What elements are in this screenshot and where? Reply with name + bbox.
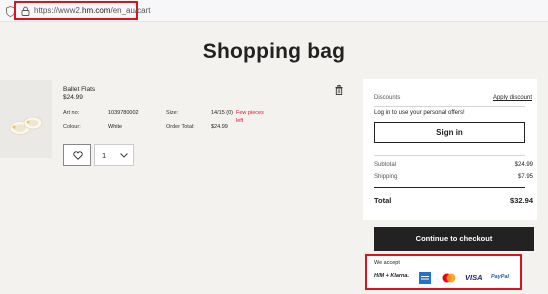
size-label: Size: [166,110,179,116]
order-total-label: Order Total: [166,124,195,130]
url-text: https://www2.hm.com/en_au/cart [34,6,151,15]
size-value: 14/15 (0) [211,110,234,116]
chevron-down-icon [120,153,128,158]
colour-label: Colour: [63,124,81,130]
heart-icon [73,151,83,160]
divider [374,155,525,156]
address-field[interactable]: https://www2.hm.com/en_au/cart [14,1,151,20]
apply-discount-link[interactable]: Apply discount [493,95,532,101]
product-price: $24.99 [63,94,83,101]
product-image[interactable] [0,80,52,158]
total-value: $32.94 [510,196,533,205]
discounts-label: Discounts [374,95,401,101]
page-title: Shopping bag [202,40,346,63]
shipping-label: Shipping [374,174,398,180]
mastercard-logo [441,272,457,284]
trash-icon[interactable] [335,85,343,95]
continue-to-checkout-button[interactable]: Continue to checkout [374,227,534,251]
login-prompt: Log in to use your personal offers! [374,110,465,116]
shipping-value: $7.95 [517,174,533,180]
subtotal-value: $24.99 [514,162,533,168]
browser-url-bar: https://www2.hm.com/en_au/cart [0,0,548,22]
paypal-logo: PayPal [491,274,510,280]
payment-methods-box: We accept H/M + Klarna. VISA PayPal [365,254,522,290]
visa-logo: VISA [465,273,483,282]
we-accept-label: We accept [374,260,400,266]
divider [374,187,525,188]
amex-logo [419,272,431,284]
favorite-button[interactable] [63,144,91,166]
divider [374,106,525,107]
quantity-select[interactable]: 1 [94,144,134,166]
lock-icon [21,6,30,16]
order-summary-panel: Discounts Apply discount Log in to use y… [363,79,537,220]
art-no-label: Art no: [63,110,80,116]
sign-in-button[interactable]: Sign in [374,122,525,143]
art-no-value: 1039780002 [108,110,139,116]
total-label: Total [374,196,392,205]
order-total-value: $24.99 [211,124,228,130]
stock-warning: Few pieces left [236,110,264,124]
quantity-value: 1 [102,151,107,160]
ballet-flats-image [9,116,43,135]
colour-value: White [108,124,123,130]
subtotal-label: Subtotal [374,162,397,168]
product-name[interactable]: Ballet Flats [63,86,95,93]
klarna-logo: H/M + Klarna. [374,273,409,279]
